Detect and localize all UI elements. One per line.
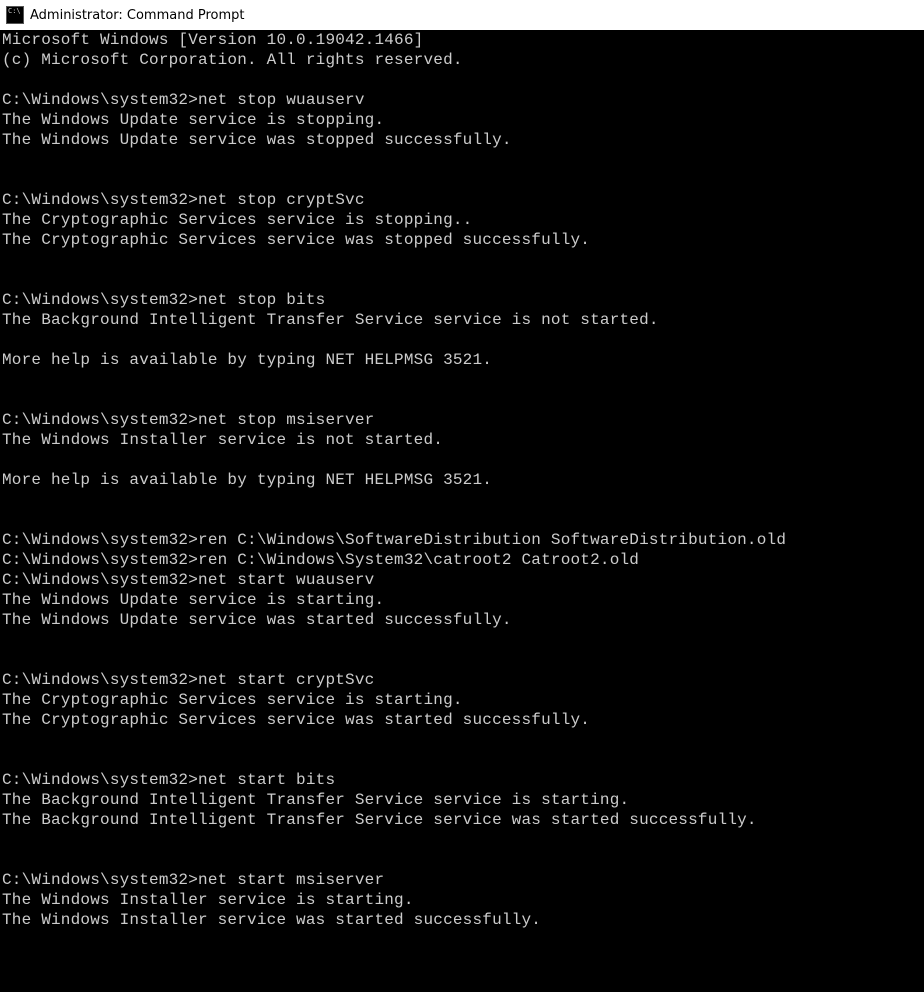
cmd-icon: [6, 6, 24, 24]
terminal-output[interactable]: Microsoft Windows [Version 10.0.19042.14…: [0, 30, 924, 970]
window-title: Administrator: Command Prompt: [30, 8, 245, 23]
title-bar[interactable]: Administrator: Command Prompt: [0, 0, 924, 30]
